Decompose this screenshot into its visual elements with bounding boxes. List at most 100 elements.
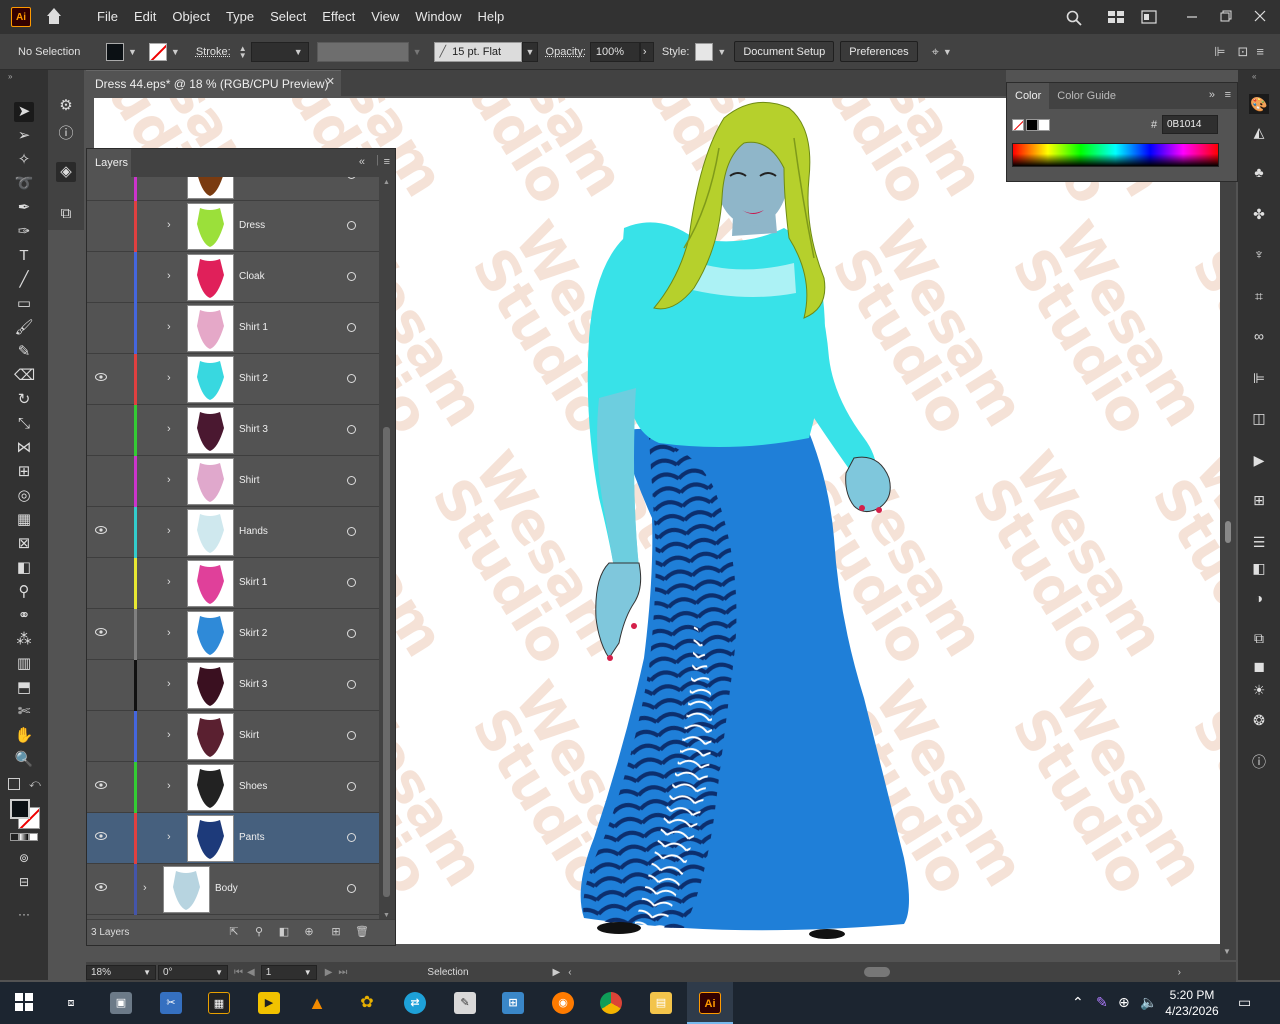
properties-panel-icon[interactable]: ⚙ [56, 96, 76, 116]
horizontal-scrollbar[interactable] [578, 966, 1178, 978]
inkscape-icon[interactable]: ✎ [454, 992, 476, 1014]
store-icon[interactable]: ⊞ [502, 992, 524, 1014]
layer-target-icon[interactable] [347, 272, 356, 281]
status-menu-icon[interactable]: ▶ [553, 967, 561, 978]
visibility-eye-icon[interactable] [95, 730, 107, 742]
scroll-left-icon[interactable]: ‹ [568, 967, 571, 978]
next-artboard-icon[interactable]: ▶ [325, 967, 333, 978]
visibility-eye-icon[interactable] [95, 628, 107, 640]
chrome-icon[interactable] [600, 992, 622, 1014]
zoom-field[interactable]: 18% ▼ [86, 964, 156, 980]
layer-row[interactable]: › Body [87, 864, 379, 915]
navigator-icon[interactable]: ⊞ [1249, 490, 1269, 510]
visibility-eye-icon[interactable] [95, 475, 107, 487]
collapse-panel-icon[interactable]: » [1209, 89, 1215, 101]
layer-name[interactable]: Skirt 3 [239, 679, 267, 690]
visibility-eye-icon[interactable] [95, 577, 107, 589]
layer-row[interactable]: › Dress [87, 201, 379, 252]
expand-layer-chevron-icon[interactable]: › [167, 576, 171, 588]
layer-name[interactable]: Shirt 3 [239, 424, 268, 435]
layer-target-icon[interactable] [347, 782, 356, 791]
select-similar-chevron-icon[interactable]: ▼ [943, 47, 952, 57]
info-panel-icon[interactable]: ⓘ [56, 124, 76, 144]
network-icon[interactable]: ⊕ [1118, 994, 1130, 1011]
column-graph-tool-icon[interactable]: ▥ [14, 654, 34, 674]
stroke-dropdown-chevron-icon[interactable]: ▼ [171, 47, 180, 57]
new-layer-icon[interactable]: ⊞ [329, 925, 343, 939]
firefox-icon[interactable]: ◉ [552, 992, 574, 1014]
align-icon[interactable]: ⊫ [1214, 44, 1225, 60]
layer-target-icon[interactable] [347, 833, 356, 842]
black-color-swatch[interactable] [1026, 119, 1038, 131]
menu-help[interactable]: Help [469, 0, 512, 34]
layers-scroll-thumb[interactable] [383, 427, 390, 897]
brushes-icon[interactable]: ✤ [1249, 204, 1269, 224]
symbol-sprayer-tool-icon[interactable]: ⁂ [14, 630, 34, 650]
locate-object-icon[interactable]: ⚲ [252, 925, 266, 939]
artboard-navigator[interactable]: 1 ▼ [260, 964, 317, 980]
stroke-swatch[interactable] [148, 42, 167, 61]
scale-tool-icon[interactable]: ⤡ [14, 414, 34, 434]
restore-icon[interactable] [1218, 10, 1234, 24]
hex-color-input[interactable]: 0B1014 [1162, 115, 1218, 134]
links-icon[interactable]: ∞ [1249, 326, 1269, 346]
symbols-icon[interactable]: ♆ [1249, 244, 1269, 264]
graphic-styles-icon[interactable]: ◼ [1249, 656, 1269, 676]
menu-edit[interactable]: Edit [126, 0, 164, 34]
free-transform-tool-icon[interactable]: ⊞ [14, 462, 34, 482]
artboards-panel-icon[interactable]: ⧉ [56, 204, 76, 224]
eraser-tool-icon[interactable]: ⌫ [14, 366, 35, 386]
brush-definition[interactable]: ╱ 15 pt. Flat [433, 41, 522, 62]
layer-target-icon[interactable] [347, 374, 356, 383]
layer-row[interactable]: › Shirt 3 [87, 405, 379, 456]
visibility-eye-icon[interactable] [95, 424, 107, 436]
expand-layer-chevron-icon[interactable]: › [143, 882, 147, 894]
hand-tool-icon[interactable]: ✋ [14, 726, 34, 746]
layers-scrollbar[interactable]: ▲ ▼ [379, 177, 395, 921]
expand-layer-chevron-icon[interactable]: › [167, 831, 171, 843]
layer-target-icon[interactable] [347, 680, 356, 689]
expand-layer-chevron-icon[interactable]: › [167, 177, 171, 180]
graphic-style-swatch[interactable] [695, 42, 714, 61]
layer-name[interactable]: Shirt 2 [239, 373, 268, 384]
tab-color[interactable]: Color [1007, 83, 1050, 109]
brush-dropdown[interactable]: ▼ [521, 41, 538, 62]
scroll-down-icon[interactable]: ▼ [1223, 947, 1231, 956]
collapse-layers-icon[interactable]: « [359, 156, 365, 168]
layer-row[interactable]: › Skirt 1 [87, 558, 379, 609]
menu-object[interactable]: Object [164, 0, 218, 34]
layer-row[interactable]: › Skirt 2 [87, 609, 379, 660]
type-tool-icon[interactable]: T [14, 246, 34, 266]
tab-color-guide[interactable]: Color Guide [1049, 83, 1124, 109]
white-color-swatch[interactable] [1038, 119, 1050, 131]
color-mode-icon[interactable] [10, 833, 38, 841]
pen-tool-icon[interactable]: ✒ [14, 198, 34, 218]
opacity-label[interactable]: Opacity: [546, 46, 586, 58]
swap-colors-icon[interactable]: ⤺ [29, 778, 41, 791]
actions-icon[interactable]: ▶ [1249, 450, 1269, 470]
visibility-eye-icon[interactable] [95, 322, 107, 334]
expand-layer-chevron-icon[interactable]: › [167, 525, 171, 537]
last-artboard-icon[interactable]: ⏭ [338, 967, 347, 978]
blend-tool-icon[interactable]: ⚭ [14, 606, 34, 626]
layer-target-icon[interactable] [347, 578, 356, 587]
expand-panels-icon[interactable]: « [1252, 72, 1256, 81]
expand-layer-chevron-icon[interactable]: › [167, 372, 171, 384]
vlc-icon[interactable]: ▲ [306, 992, 328, 1014]
default-colors-icon[interactable] [8, 778, 20, 790]
direct-selection-tool-icon[interactable]: ➢ [14, 126, 34, 146]
layer-row[interactable]: › Shirt 2 [87, 354, 379, 405]
stroke-label[interactable]: Stroke: [196, 46, 231, 58]
close-tab-icon[interactable]: ✕ [326, 75, 335, 88]
layer-name[interactable]: Hands [239, 526, 268, 537]
opacity-arrow-icon[interactable]: › [639, 41, 654, 62]
visibility-eye-icon[interactable] [95, 781, 107, 793]
new-sublayer-icon[interactable]: ⊕ [302, 925, 316, 939]
transparency-icon[interactable]: ◑ [1249, 588, 1269, 608]
document-setup-button[interactable]: Document Setup [734, 41, 835, 62]
export-icon[interactable]: ⇱ [227, 925, 241, 939]
layer-name[interactable]: Veil [239, 177, 255, 180]
eyedropper-tool-icon[interactable]: ⚲ [14, 582, 34, 602]
tab-layers[interactable]: Layers [87, 149, 131, 177]
teamviewer-icon[interactable]: ⇄ [404, 992, 426, 1014]
